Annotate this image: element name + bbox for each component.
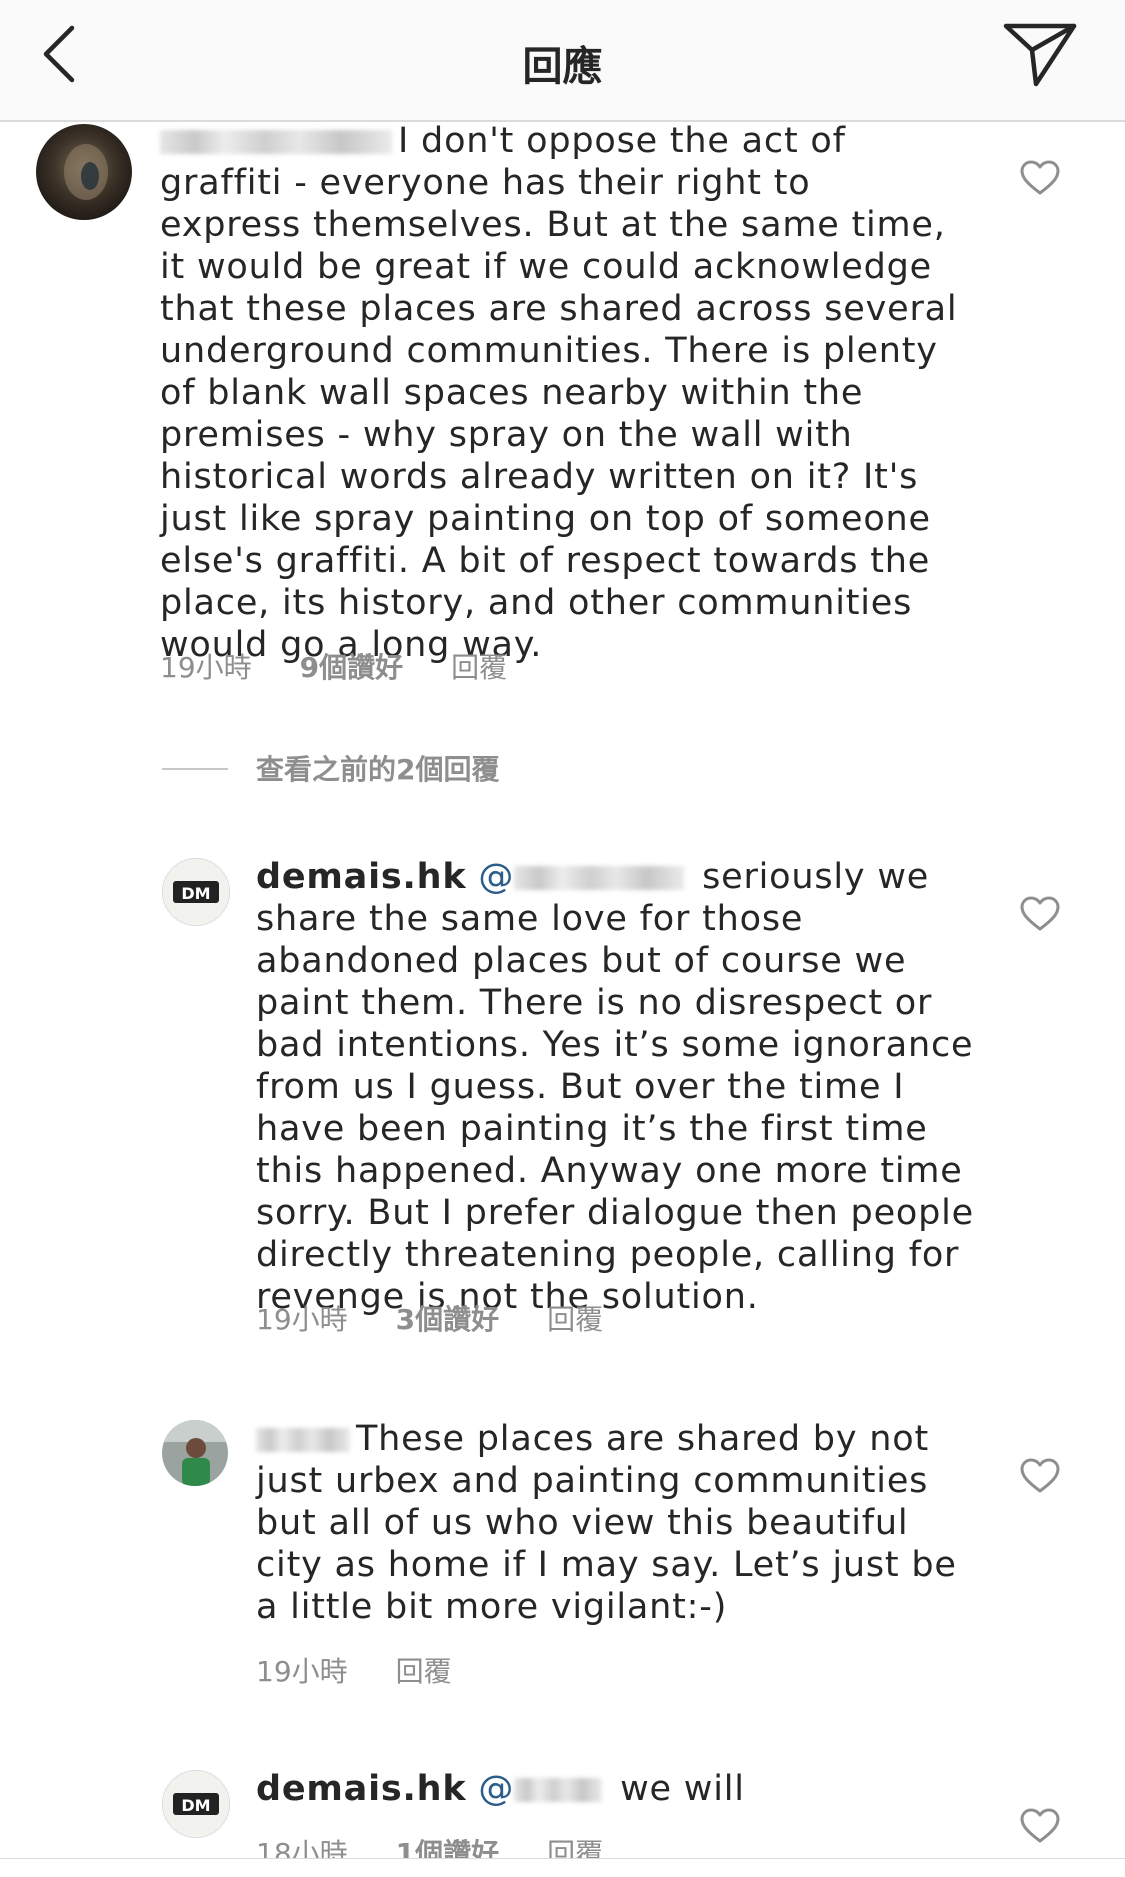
heart-icon[interactable]: [1020, 1458, 1060, 1494]
timestamp: 19小時: [160, 651, 252, 684]
reply-button[interactable]: 回覆: [451, 651, 507, 684]
username[interactable]: demais.hk: [256, 857, 466, 897]
comment-body: demais.hk @ seriously we share the same …: [256, 857, 974, 1317]
avatar[interactable]: DM: [162, 858, 230, 926]
avatar[interactable]: DM: [162, 1770, 230, 1838]
comment-input-bar: [0, 1858, 1125, 1877]
avatar-image: [36, 124, 132, 220]
blurred-username: [160, 130, 392, 154]
avatar-image: [162, 1420, 228, 1486]
mention[interactable]: @: [478, 1769, 514, 1809]
share-button[interactable]: [1000, 20, 1080, 90]
heart-icon[interactable]: [1020, 1808, 1060, 1844]
likes-count[interactable]: 3個讚好: [396, 1303, 499, 1336]
avatar-image: DM: [163, 1771, 229, 1837]
avatar[interactable]: [36, 124, 132, 220]
comment-body: I don't oppose the act of graffiti - eve…: [160, 121, 958, 665]
avatar[interactable]: [162, 1420, 228, 1486]
blurred-mention: [514, 866, 685, 890]
svg-text:DM: DM: [181, 884, 210, 903]
likes-count[interactable]: 9個讚好: [300, 651, 403, 684]
username[interactable]: demais.hk: [256, 1769, 466, 1809]
avatar-image: DM: [163, 859, 229, 925]
comment-meta: 19小時 回覆: [256, 1650, 500, 1690]
view-previous-label: 查看之前的2個回覆: [256, 753, 500, 786]
reply-button[interactable]: 回覆: [396, 1655, 452, 1688]
comment-body: demais.hk @ we will: [256, 1769, 745, 1809]
send-icon: [1003, 23, 1077, 87]
heart-icon[interactable]: [1020, 160, 1060, 196]
mention[interactable]: @: [478, 857, 514, 897]
timestamp: 19小時: [256, 1303, 348, 1336]
divider-line: [162, 768, 228, 770]
comment-body: These places are shared by not just urbe…: [256, 1419, 957, 1627]
blurred-username: [256, 1428, 350, 1452]
page-title: 回應: [522, 44, 603, 90]
header-bar: 回應: [0, 0, 1125, 122]
blurred-mention: [514, 1778, 603, 1802]
heart-icon[interactable]: [1020, 896, 1060, 932]
svg-text:DM: DM: [181, 1796, 210, 1815]
timestamp: 19小時: [256, 1655, 348, 1688]
comment-meta: 19小時 3個讚好 回覆: [256, 1298, 651, 1338]
comment-meta: 19小時 9個讚好 回覆: [160, 646, 555, 686]
reply-button[interactable]: 回覆: [547, 1303, 603, 1336]
